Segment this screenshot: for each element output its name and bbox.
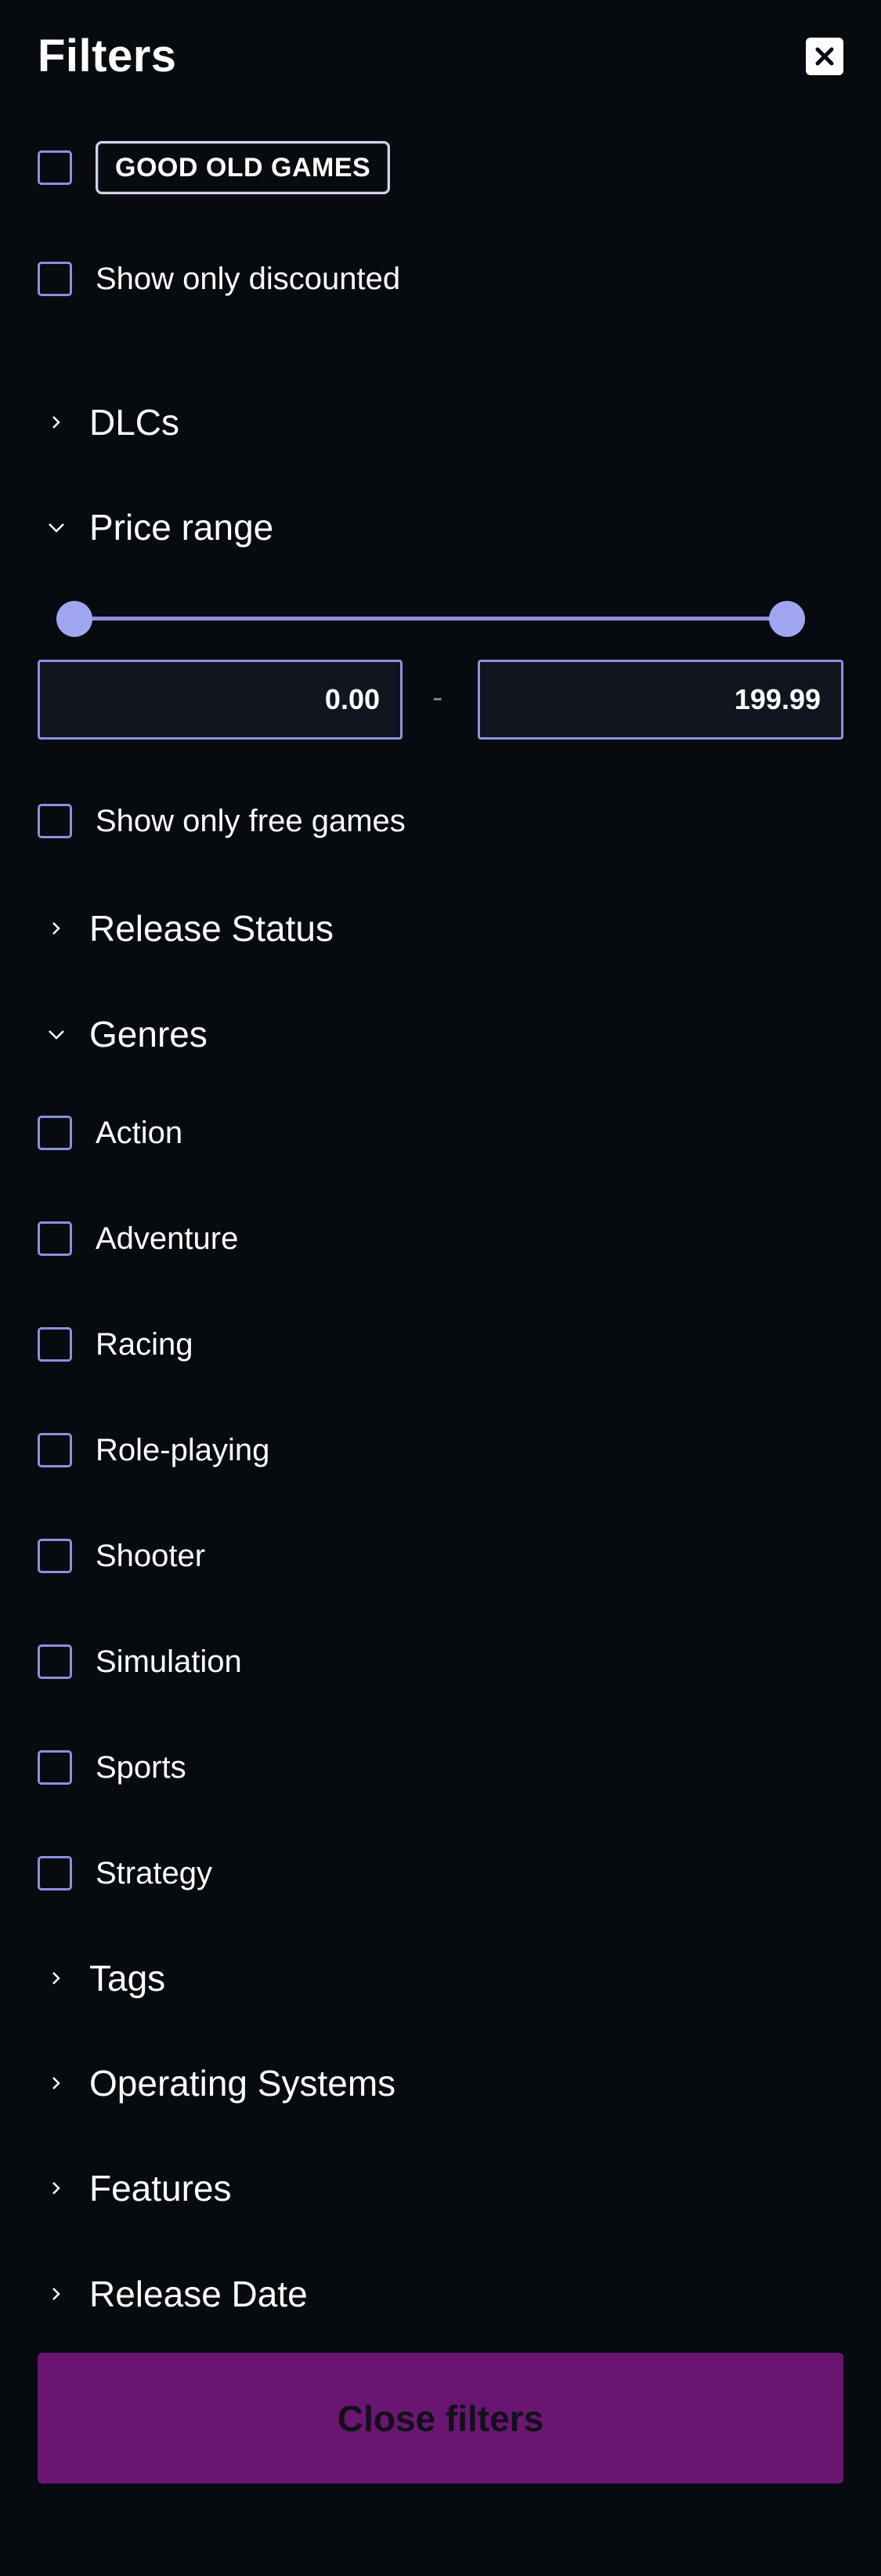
section-dlcs[interactable]: DLCs — [38, 395, 179, 450]
price-slider-max-handle[interactable] — [769, 601, 805, 637]
chevron-right-icon — [41, 2173, 72, 2204]
section-price-range[interactable]: Price range — [38, 500, 273, 555]
genre-checkbox[interactable] — [38, 1327, 72, 1362]
price-slider-min-handle[interactable] — [56, 601, 92, 637]
price-slider-track — [74, 617, 788, 620]
genre-label: Role-playing — [96, 1432, 270, 1467]
genre-item-simulation[interactable]: Simulation — [38, 1638, 242, 1685]
section-features[interactable]: Features — [38, 2161, 232, 2216]
section-label: DLCs — [89, 402, 180, 443]
close-x-icon[interactable] — [806, 38, 843, 75]
section-label: Genres — [89, 1014, 208, 1055]
genre-label: Shooter — [96, 1538, 206, 1573]
free-games-label: Show only free games — [96, 803, 406, 838]
gog-filter-row[interactable]: GOOD OLD GAMES — [38, 141, 391, 194]
genre-checkbox[interactable] — [38, 1433, 72, 1467]
genre-checkbox[interactable] — [38, 1221, 72, 1256]
price-max-input[interactable] — [478, 660, 843, 740]
price-slider[interactable] — [56, 601, 805, 637]
section-label: Release Date — [89, 2274, 308, 2314]
chevron-right-icon — [41, 407, 72, 438]
genre-label: Sports — [96, 1749, 186, 1785]
discounted-label: Show only discounted — [96, 261, 401, 296]
section-label: Tags — [89, 1958, 166, 1999]
filters-header: Filters — [38, 27, 843, 89]
price-separator: - — [432, 680, 443, 715]
genre-item-sports[interactable]: Sports — [38, 1744, 186, 1791]
genre-item-action[interactable]: Action — [38, 1109, 182, 1156]
price-min-input[interactable] — [38, 660, 403, 740]
section-tags[interactable]: Tags — [38, 1951, 165, 2006]
page-title: Filters — [38, 31, 177, 81]
section-label: Price range — [89, 507, 274, 548]
chevron-right-icon — [41, 913, 72, 944]
genre-checkbox[interactable] — [38, 1856, 72, 1890]
chevron-right-icon — [41, 1963, 72, 1994]
section-genres[interactable]: Genres — [38, 1007, 208, 1062]
free-games-checkbox[interactable] — [38, 804, 72, 838]
gog-badge: GOOD OLD GAMES — [96, 141, 391, 194]
genre-checkbox[interactable] — [38, 1644, 72, 1679]
gog-checkbox[interactable] — [38, 150, 72, 185]
section-label: Release Status — [89, 908, 334, 949]
chevron-down-icon — [41, 1018, 72, 1050]
filters-panel: Filters GOOD OLD GAMES Show only discoun… — [0, 0, 881, 2576]
genre-checkbox[interactable] — [38, 1539, 72, 1573]
discounted-filter-row[interactable]: Show only discounted — [38, 255, 400, 302]
genre-label: Action — [96, 1115, 183, 1150]
genre-label: Strategy — [96, 1855, 212, 1890]
chevron-down-icon — [41, 512, 72, 543]
section-release-status[interactable]: Release Status — [38, 901, 334, 956]
genre-item-role-playing[interactable]: Role-playing — [38, 1427, 269, 1474]
chevron-right-icon — [41, 2278, 72, 2310]
close-filters-button[interactable]: Close filters — [38, 2353, 843, 2484]
section-label: Operating Systems — [89, 2063, 396, 2104]
genre-label: Simulation — [96, 1644, 242, 1679]
chevron-right-icon — [41, 2068, 72, 2099]
free-games-filter-row[interactable]: Show only free games — [38, 798, 406, 845]
genre-label: Adventure — [96, 1221, 239, 1256]
discounted-checkbox[interactable] — [38, 262, 72, 296]
genre-item-racing[interactable]: Racing — [38, 1321, 193, 1368]
section-release-date[interactable]: Release Date — [38, 2267, 308, 2321]
genre-checkbox[interactable] — [38, 1750, 72, 1785]
genre-checkbox[interactable] — [38, 1116, 72, 1150]
section-label: Features — [89, 2168, 232, 2209]
genre-label: Racing — [96, 1326, 193, 1362]
genre-item-strategy[interactable]: Strategy — [38, 1850, 212, 1897]
section-operating-systems[interactable]: Operating Systems — [38, 2056, 395, 2111]
genre-item-adventure[interactable]: Adventure — [38, 1215, 238, 1262]
genre-item-shooter[interactable]: Shooter — [38, 1532, 205, 1579]
